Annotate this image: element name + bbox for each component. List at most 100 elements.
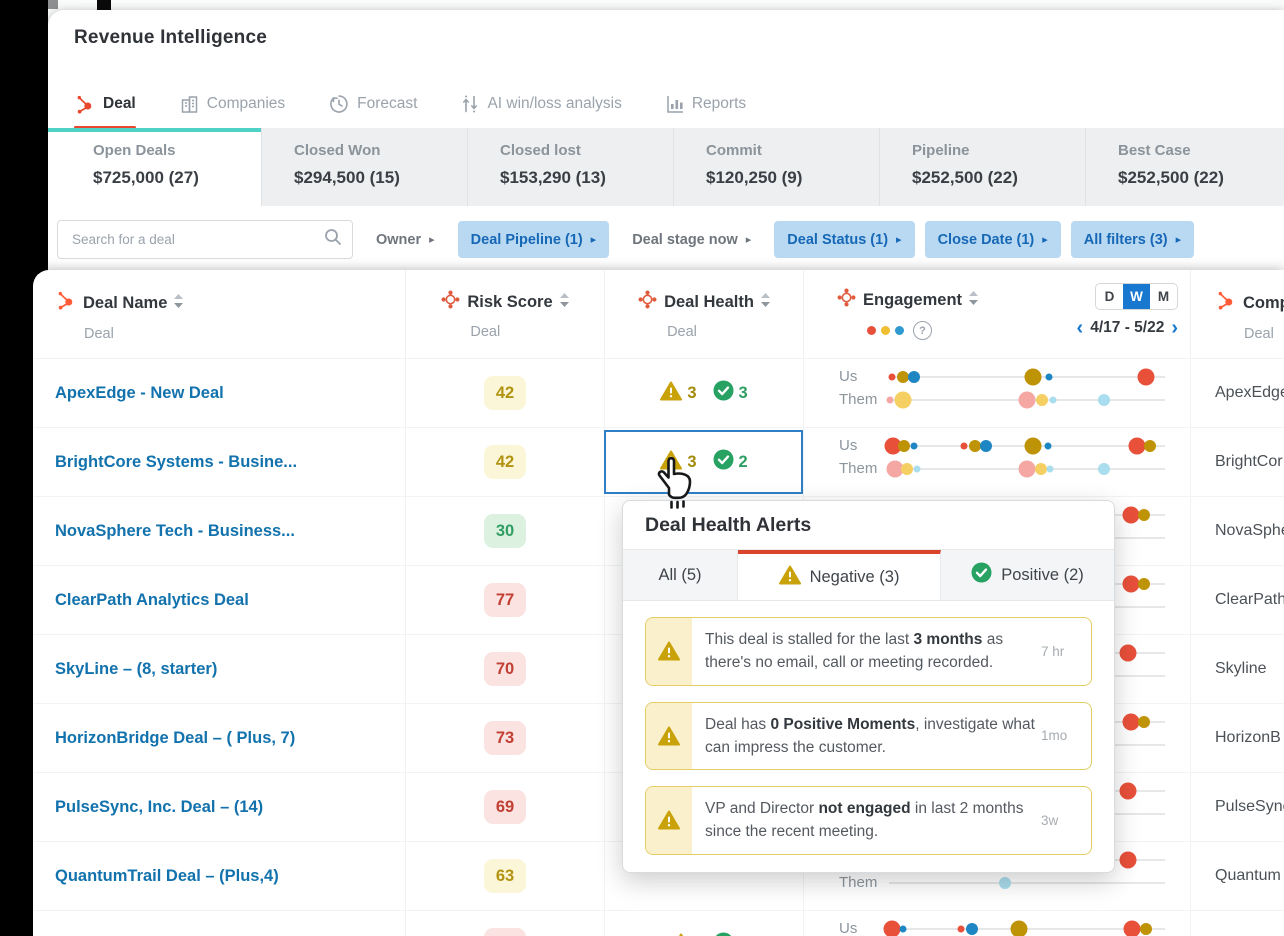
- deal-name-link[interactable]: NovaSphere Tech - Business...: [55, 522, 295, 541]
- tab-ai-win-loss[interactable]: AI win/loss analysis: [461, 90, 621, 118]
- engagement-dot: [1098, 394, 1110, 406]
- column-header-risk-score[interactable]: Risk Score Deal: [405, 270, 604, 358]
- summary-card-commit[interactable]: Commit$120,250 (9): [673, 128, 879, 206]
- header-card: Revenue Intelligence Deal Companies Foreca…: [48, 10, 1284, 270]
- deal-name-link[interactable]: QuantumTrail Deal – (Plus,4): [55, 867, 279, 886]
- search-input[interactable]: [70, 231, 324, 248]
- company-cell: Quantum: [1190, 842, 1284, 910]
- filter-deal-status-1[interactable]: Deal Status (1)▸: [774, 221, 914, 258]
- deal-health-cell[interactable]: 32: [604, 428, 803, 496]
- deal-health-cell[interactable]: 33: [604, 359, 803, 427]
- risk-score-cell: 42: [405, 428, 604, 496]
- granularity-m[interactable]: M: [1150, 284, 1177, 309]
- search-icon[interactable]: [324, 228, 342, 251]
- risk-score-cell: [405, 911, 604, 936]
- date-prev-icon[interactable]: ‹: [1077, 318, 1084, 338]
- filter-pills: Owner▸ Deal Pipeline (1)▸Deal stage now▸ D…: [363, 221, 1194, 258]
- summary-card-open-deals[interactable]: Open Deals$725,000 (27): [48, 128, 261, 206]
- positive-alerts: [713, 932, 739, 936]
- column-header-deal-name[interactable]: Deal Name Deal: [33, 270, 405, 358]
- caret-right-icon: ▸: [746, 233, 752, 246]
- legend-dot: [867, 326, 876, 335]
- sort-icon[interactable]: [174, 294, 183, 313]
- engagement-row-label: Us: [839, 920, 889, 936]
- legend-dot: [895, 326, 904, 335]
- filter-owner[interactable]: Owner▸: [363, 221, 448, 258]
- engagement-dot: [894, 391, 911, 408]
- filter-deal-stage-now[interactable]: Deal stage now▸: [619, 221, 764, 258]
- tab-companies[interactable]: Companies: [180, 90, 285, 118]
- negative-alerts: 3: [660, 381, 696, 406]
- deal-name-link[interactable]: BrightCore Systems - Busine...: [55, 453, 297, 472]
- summary-card-best-case[interactable]: Best Case$252,500 (22): [1085, 128, 1284, 206]
- positive-count: 2: [739, 453, 748, 472]
- help-icon[interactable]: ?: [913, 321, 932, 340]
- deal-name-link[interactable]: PulseSync, Inc. Deal – (14): [55, 798, 263, 817]
- summary-card-closed-lost[interactable]: Closed lost$153,290 (13): [467, 128, 673, 206]
- warning-icon: [646, 787, 692, 854]
- summary-card-closed-won[interactable]: Closed Won$294,500 (15): [261, 128, 467, 206]
- deal-name-link[interactable]: SkyLine – (8, starter): [55, 660, 217, 679]
- filter-deal-pipeline-1[interactable]: Deal Pipeline (1)▸: [458, 221, 610, 258]
- page-title: Revenue Intelligence: [74, 27, 267, 49]
- deal-health-cell[interactable]: [604, 911, 803, 936]
- engagement-dot: [1138, 578, 1150, 590]
- deal-name-cell: NovaSphere Tech - Business...: [33, 497, 405, 565]
- engagement-them-line: Them: [804, 388, 1190, 411]
- alert-tab-all-5[interactable]: All (5): [623, 550, 738, 600]
- company-cell: ClearPath: [1190, 566, 1284, 634]
- engagement-dot: [1047, 465, 1054, 472]
- column-header-company[interactable]: Comp Deal: [1190, 270, 1284, 358]
- column-header-deal-health[interactable]: Deal Health Deal: [604, 270, 803, 358]
- column-title: Deal Name: [83, 294, 167, 313]
- caret-right-icon: ▸: [896, 233, 902, 246]
- alert-timestamp: 7 hr: [1041, 618, 1091, 685]
- sort-icon[interactable]: [761, 293, 770, 312]
- tab-forecast[interactable]: Forecast: [329, 90, 417, 118]
- alert-card[interactable]: This deal is stalled for the last 3 mont…: [645, 617, 1092, 686]
- reports-icon: [666, 95, 684, 113]
- hubspot-sprocket-icon: [55, 290, 76, 316]
- tab-reports[interactable]: Reports: [666, 90, 746, 118]
- deal-name-link[interactable]: ApexEdge - New Deal: [55, 384, 224, 403]
- alert-card[interactable]: VP and Director not engaged in last 2 mo…: [645, 786, 1092, 855]
- engagement-dot: [883, 920, 900, 936]
- summary-card-label: Commit: [706, 142, 879, 159]
- deal-health-alerts-popover: Deal Health Alerts All (5)Negative (3)Po…: [622, 500, 1115, 873]
- alert-tab-negative-3[interactable]: Negative (3): [738, 550, 941, 600]
- engagement-dot: [1019, 460, 1036, 477]
- engagement-cell: UsThem: [803, 911, 1190, 936]
- date-next-icon[interactable]: ›: [1171, 318, 1178, 338]
- deal-search[interactable]: [57, 220, 353, 259]
- popover-title: Deal Health Alerts: [623, 501, 1114, 550]
- engagement-dot: [1119, 782, 1136, 799]
- alert-card[interactable]: Deal has 0 Positive Moments, investigate…: [645, 702, 1092, 771]
- granularity-d[interactable]: D: [1096, 284, 1123, 309]
- tab-label: Deal: [103, 95, 136, 113]
- column-title: Engagement: [863, 291, 962, 310]
- risk-score-icon: [441, 290, 460, 314]
- column-header-engagement[interactable]: Engagement ? DWM ‹ 4/17 - 5/22 ›: [803, 270, 1190, 358]
- filter-all-filters-3[interactable]: All filters (3)▸: [1071, 221, 1194, 258]
- nav-tabs: Deal Companies Forecast AI win/loss analysi…: [74, 90, 746, 118]
- revenue-intelligence-page: Revenue Intelligence Deal Companies Foreca…: [0, 0, 1284, 936]
- risk-score-cell: 77: [405, 566, 604, 634]
- engagement-dot: [1138, 716, 1150, 728]
- deal-name-link[interactable]: ClearPath Analytics Deal: [55, 591, 249, 610]
- deal-name-link[interactable]: HorizonBridge Deal – ( Plus, 7): [55, 729, 295, 748]
- sort-icon[interactable]: [969, 291, 978, 310]
- granularity-w[interactable]: W: [1123, 284, 1150, 309]
- check-icon: [713, 380, 734, 406]
- warning-icon: [660, 450, 682, 475]
- deal-name-cell: ApexEdge - New Deal: [33, 359, 405, 427]
- engagement-dot: [1119, 644, 1136, 661]
- deal-name-cell: SkyLine – (8, starter): [33, 635, 405, 703]
- alert-tab-positive-2[interactable]: Positive (2): [941, 550, 1114, 600]
- filter-close-date-1[interactable]: Close Date (1)▸: [925, 221, 1061, 258]
- column-title: Risk Score: [467, 293, 552, 312]
- tab-deal[interactable]: Deal: [74, 90, 136, 118]
- company-name: ClearPath: [1215, 591, 1284, 609]
- sort-icon[interactable]: [560, 293, 569, 312]
- window-corner-artifact: [48, 0, 58, 9]
- summary-card-pipeline[interactable]: Pipeline$252,500 (22): [879, 128, 1085, 206]
